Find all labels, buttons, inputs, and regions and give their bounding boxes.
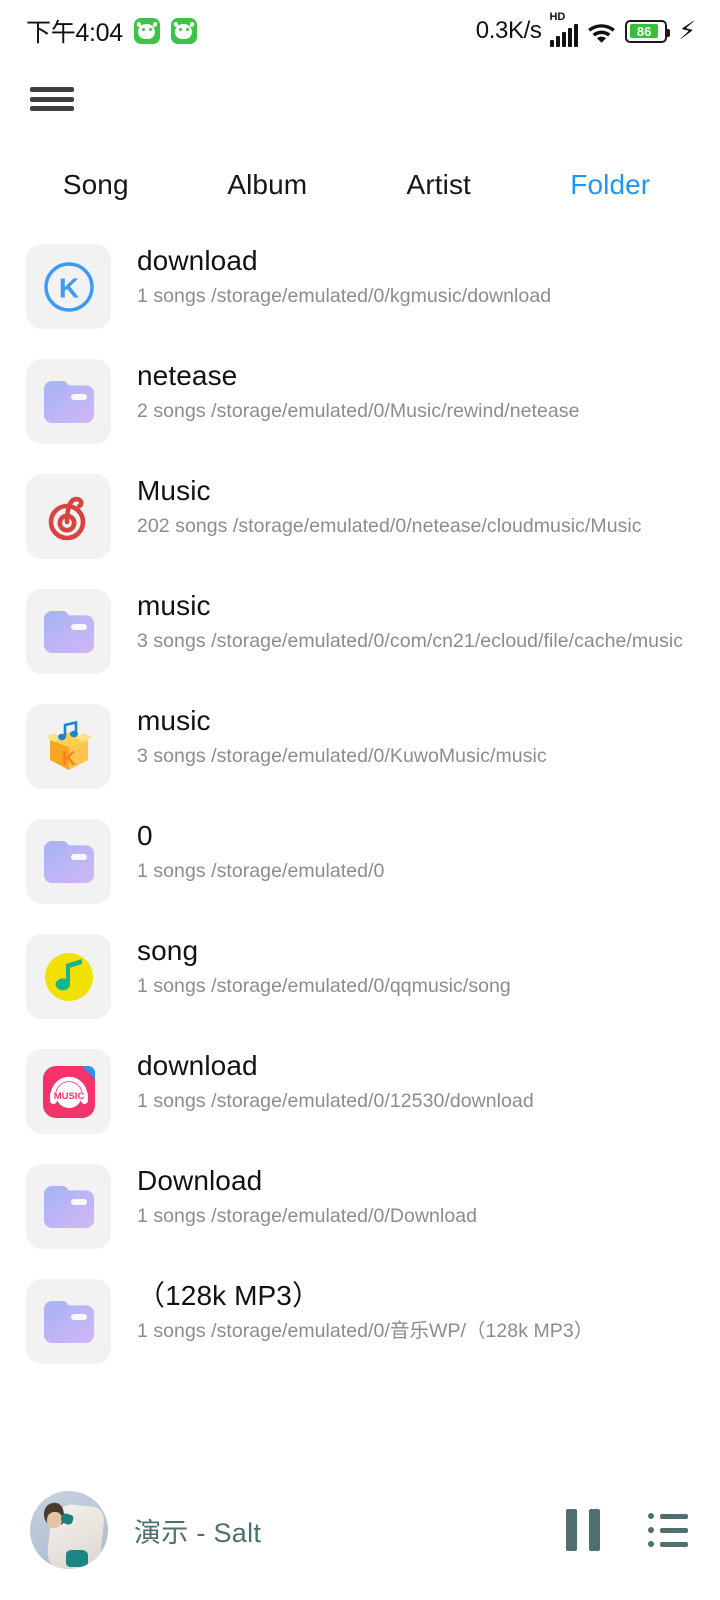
folder-item-subtitle: 2 songs /storage/emulated/0/Music/rewind… <box>137 400 580 423</box>
folder-item-subtitle: 3 songs /storage/emulated/0/KuwoMusic/mu… <box>137 745 547 768</box>
folder-item-text: download 1 songs /storage/emulated/0/1253… <box>111 1047 696 1115</box>
folder-item-text: song 1 songs /storage/emulated/0/qqmusic/… <box>111 932 696 1000</box>
folder-icon <box>26 819 111 904</box>
status-bar-left: 下午4:04 <box>26 13 197 49</box>
folder-item-text: 0 1 songs /storage/emulated/0 <box>111 817 696 885</box>
tab-album[interactable]: Album <box>182 169 354 201</box>
playlist-queue-icon[interactable] <box>648 1513 688 1547</box>
tab-bar: Song Album Artist Folder <box>0 142 720 228</box>
folder-list-item[interactable]: song 1 songs /storage/emulated/0/qqmusic/… <box>26 918 696 1033</box>
folder-item-subtitle: 1 songs /storage/emulated/0/Download <box>137 1205 478 1228</box>
folder-item-name: Music <box>137 475 211 506</box>
svg-text:K: K <box>58 272 78 303</box>
folder-item-subtitle: 1 songs /storage/emulated/0/12530/downlo… <box>137 1090 534 1113</box>
player-actions <box>566 1509 688 1551</box>
qq-music-icon <box>26 934 111 1019</box>
folder-item-subtitle: 1 songs /storage/emulated/0 <box>137 860 385 883</box>
lightning-bolt-icon: ⚡ <box>678 16 696 45</box>
signal-bars-icon: HD <box>549 11 579 47</box>
svg-text:K: K <box>62 749 76 770</box>
folder-item-name: download <box>137 1050 258 1081</box>
now-playing-title: 演示 - Salt <box>134 1517 262 1548</box>
status-bar: 下午4:04 0.3K/s HD 86 ⚡ <box>0 0 720 62</box>
folder-item-name: music <box>137 590 211 621</box>
migu-music-icon: MUSIC <box>26 1049 111 1134</box>
folder-item-text: music 3 songs /storage/emulated/0/KuwoMus… <box>111 702 696 770</box>
folder-icon <box>26 1279 111 1364</box>
folder-item-name: song <box>137 935 199 966</box>
folder-list: Kdownload 1 songs /storage/emulated/0/kgm… <box>0 228 720 1378</box>
folder-item-name: （128k MP3） <box>137 1280 321 1311</box>
folder-item-text: netease 2 songs /storage/emulated/0/Music… <box>111 357 696 425</box>
network-speed-label: 0.3K/s <box>475 17 542 44</box>
wifi-icon <box>587 20 616 43</box>
pause-icon[interactable] <box>566 1509 600 1551</box>
folder-list-item[interactable]: 0 1 songs /storage/emulated/0 <box>26 803 696 918</box>
android-badge-icon <box>133 18 160 44</box>
battery-level-label: 86 <box>629 24 659 39</box>
folder-item-text: （128k MP3） 1 songs /storage/emulated/0/音乐… <box>111 1277 696 1345</box>
folder-list-item[interactable]: Music 202 songs /storage/emulated/0/netea… <box>26 458 696 573</box>
netease-cloud-music-icon <box>26 474 111 559</box>
folder-list-item[interactable]: MUSIC download 1 songs /storage/emulated/0… <box>26 1033 696 1148</box>
folder-item-text: Download 1 songs /storage/emulated/0/Down… <box>111 1162 696 1230</box>
tab-folder[interactable]: Folder <box>525 169 697 201</box>
folder-item-name: music <box>137 705 211 736</box>
tab-artist[interactable]: Artist <box>353 169 525 201</box>
folder-item-text: Music 202 songs /storage/emulated/0/netea… <box>111 472 696 540</box>
folder-item-name: download <box>137 245 258 276</box>
now-playing-bar[interactable]: 演示 - Salt <box>0 1460 720 1600</box>
folder-item-subtitle: 3 songs /storage/emulated/0/com/cn21/ecl… <box>137 630 684 653</box>
folder-item-subtitle: 1 songs /storage/emulated/0/qqmusic/song <box>137 975 511 998</box>
kugou-music-icon: K <box>26 244 111 329</box>
folder-icon <box>26 359 111 444</box>
folder-list-item[interactable]: netease 2 songs /storage/emulated/0/Music… <box>26 343 696 458</box>
folder-item-subtitle: 202 songs /storage/emulated/0/netease/cl… <box>137 515 642 538</box>
tab-song[interactable]: Song <box>10 169 182 201</box>
svg-text:MUSIC: MUSIC <box>53 1091 84 1102</box>
folder-item-subtitle: 1 songs /storage/emulated/0/kgmusic/down… <box>137 285 552 308</box>
app-header <box>0 62 720 114</box>
folder-list-item[interactable]: Kdownload 1 songs /storage/emulated/0/kgm… <box>26 228 696 343</box>
folder-item-name: 0 <box>137 820 153 851</box>
battery-icon: 86 <box>625 19 671 43</box>
status-bar-right: 0.3K/s HD 86 ⚡ <box>475 11 696 47</box>
android-badge-icon <box>170 18 197 44</box>
folder-item-name: Download <box>137 1165 263 1196</box>
hamburger-menu-icon[interactable] <box>30 84 74 114</box>
folder-item-subtitle: 1 songs /storage/emulated/0/音乐WP/（128k M… <box>137 1320 594 1343</box>
folder-list-item[interactable]: （128k MP3） 1 songs /storage/emulated/0/音乐… <box>26 1263 696 1378</box>
folder-item-text: music 3 songs /storage/emulated/0/com/cn2… <box>111 587 696 655</box>
album-art-thumbnail[interactable] <box>30 1491 108 1569</box>
folder-list-item[interactable]: Download 1 songs /storage/emulated/0/Down… <box>26 1148 696 1263</box>
folder-list-item[interactable]: Kmusic 3 songs /storage/emulated/0/KuwoMu… <box>26 688 696 803</box>
hd-label: HD <box>549 11 566 23</box>
folder-item-text: download 1 songs /storage/emulated/0/kgmu… <box>111 242 696 310</box>
kuwo-music-icon: K <box>26 704 111 789</box>
folder-icon <box>26 589 111 674</box>
folder-list-item[interactable]: music 3 songs /storage/emulated/0/com/cn2… <box>26 573 696 688</box>
folder-item-name: netease <box>137 360 238 391</box>
folder-icon <box>26 1164 111 1249</box>
status-clock: 下午4:04 <box>26 19 123 47</box>
